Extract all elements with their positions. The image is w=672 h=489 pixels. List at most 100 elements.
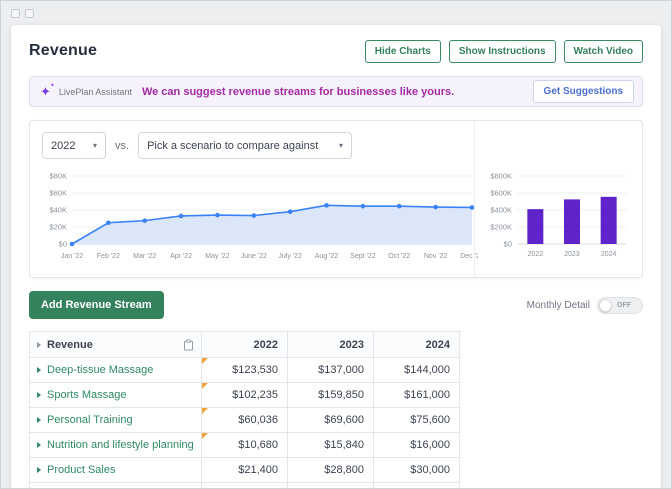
chevron-down-icon: ▾ bbox=[93, 141, 97, 150]
x-tick-label: Oct '22 bbox=[388, 253, 410, 260]
year-select[interactable]: 2022 ▾ bbox=[42, 132, 106, 159]
revenue-stream-cell[interactable]: Nutrition and lifestyle planning bbox=[30, 433, 202, 457]
x-tick-label: Sept '22 bbox=[350, 253, 376, 260]
value-cell[interactable]: $30,000 bbox=[374, 458, 460, 482]
hide-charts-button[interactable]: Hide Charts bbox=[365, 40, 441, 63]
value-cell[interactable]: $123,530 bbox=[202, 358, 288, 382]
y-tick-label: $60K bbox=[49, 189, 67, 198]
toggle-knob bbox=[599, 299, 612, 312]
data-point bbox=[397, 204, 402, 209]
compare-scenario-value: Pick a scenario to compare against bbox=[147, 140, 318, 152]
annual-chart-section: $0$200K$400K$600K$800K202220232024 bbox=[474, 121, 642, 277]
revenue-stream-cell[interactable]: Sports Massage bbox=[30, 383, 202, 407]
revenue-stream-cell[interactable]: Deep-tissue Massage bbox=[30, 358, 202, 382]
vs-label: vs. bbox=[115, 140, 129, 152]
app-window: Revenue Hide Charts Show Instructions Wa… bbox=[0, 0, 672, 489]
window-control-icon[interactable] bbox=[25, 9, 34, 18]
table-header-label: Revenue bbox=[47, 339, 93, 351]
area-fill bbox=[72, 205, 472, 244]
watch-video-button[interactable]: Watch Video bbox=[564, 40, 643, 63]
chevron-down-icon: ▾ bbox=[339, 141, 343, 150]
year-column-header[interactable]: 2022 bbox=[202, 332, 288, 357]
note-marker bbox=[202, 383, 208, 389]
table-row[interactable]: Sports Massage $102,235 $159,850 $161,00… bbox=[30, 383, 461, 408]
cell-value: $137,000 bbox=[318, 364, 364, 376]
cell-value: $75,600 bbox=[410, 414, 450, 426]
table-row[interactable]: Product Sales $21,400 $28,800 $30,000 bbox=[30, 458, 461, 483]
value-cell[interactable]: $60,036 bbox=[202, 408, 288, 432]
y-tick-label: $0 bbox=[59, 240, 67, 249]
revenue-stream-cell[interactable]: Classes bbox=[30, 483, 202, 488]
revenue-line-chart: $0$20K$40K$60K$80KJan '22Feb '22Mar '22A… bbox=[42, 168, 478, 272]
sparkle-icon: ✦ bbox=[40, 85, 51, 98]
page-title: Revenue bbox=[29, 42, 97, 60]
value-cell[interactable]: $16,000 bbox=[374, 433, 460, 457]
table-row[interactable]: Personal Training $60,036 $69,600 $75,60… bbox=[30, 408, 461, 433]
year-column-header[interactable]: 2023 bbox=[288, 332, 374, 357]
paste-icon[interactable] bbox=[183, 339, 194, 351]
revenue-stream-name: Product Sales bbox=[47, 464, 115, 476]
table-row[interactable]: Nutrition and lifestyle planning $10,680… bbox=[30, 433, 461, 458]
get-suggestions-button[interactable]: Get Suggestions bbox=[533, 80, 634, 103]
x-tick-label: July '22 bbox=[278, 253, 302, 260]
note-marker bbox=[202, 433, 208, 439]
x-tick-label: Jan '22 bbox=[61, 253, 83, 260]
toggle-state-label: OFF bbox=[617, 302, 631, 309]
bar bbox=[601, 197, 617, 244]
collapse-caret-icon[interactable] bbox=[37, 342, 41, 348]
table-row[interactable]: Deep-tissue Massage $123,530 $137,000 $1… bbox=[30, 358, 461, 383]
data-point bbox=[142, 218, 147, 223]
value-cell[interactable]: $159,850 bbox=[288, 383, 374, 407]
compare-scenario-select[interactable]: Pick a scenario to compare against ▾ bbox=[138, 132, 352, 159]
x-tick-label: Nov '22 bbox=[424, 253, 448, 260]
value-cell[interactable]: $102,000 bbox=[374, 483, 460, 488]
data-point bbox=[288, 209, 293, 214]
data-point bbox=[179, 214, 184, 219]
value-cell[interactable]: $144,000 bbox=[374, 358, 460, 382]
revenue-stream-cell[interactable]: Product Sales bbox=[30, 458, 202, 482]
assistant-label: LivePlan Assistant bbox=[59, 87, 132, 97]
add-revenue-stream-button[interactable]: Add Revenue Stream bbox=[29, 291, 164, 319]
value-cell[interactable]: $28,800 bbox=[288, 458, 374, 482]
value-cell[interactable]: $102,235 bbox=[202, 383, 288, 407]
cell-value: $159,850 bbox=[318, 389, 364, 401]
table-header-revenue[interactable]: Revenue bbox=[30, 332, 202, 357]
year-column-header[interactable]: 2024 bbox=[374, 332, 460, 357]
x-tick-label: May '22 bbox=[205, 253, 229, 260]
charts-panel: 2022 ▾ vs. Pick a scenario to compare ag… bbox=[29, 120, 643, 278]
value-cell[interactable]: $10,680 bbox=[202, 433, 288, 457]
x-tick-label: June '22 bbox=[241, 253, 267, 260]
value-cell[interactable]: $69,600 bbox=[288, 408, 374, 432]
cell-value: $10,680 bbox=[238, 439, 278, 451]
note-marker bbox=[202, 408, 208, 414]
row-expand-caret-icon[interactable] bbox=[37, 417, 41, 423]
row-expand-caret-icon[interactable] bbox=[37, 367, 41, 373]
value-cell[interactable]: $58,300 bbox=[202, 483, 288, 488]
cell-value: $161,000 bbox=[404, 389, 450, 401]
monthly-chart-section: 2022 ▾ vs. Pick a scenario to compare ag… bbox=[30, 121, 474, 277]
x-tick-label: 2023 bbox=[564, 251, 580, 258]
bar bbox=[564, 199, 580, 244]
y-tick-label: $20K bbox=[49, 223, 67, 232]
x-tick-label: Apr '22 bbox=[170, 253, 192, 260]
value-cell[interactable]: $21,400 bbox=[202, 458, 288, 482]
monthly-detail-toggle[interactable]: OFF bbox=[597, 297, 643, 314]
value-cell[interactable]: $137,000 bbox=[288, 358, 374, 382]
y-tick-label: $40K bbox=[49, 206, 67, 215]
show-instructions-button[interactable]: Show Instructions bbox=[449, 40, 556, 63]
row-expand-caret-icon[interactable] bbox=[37, 467, 41, 473]
value-cell[interactable]: $15,840 bbox=[288, 433, 374, 457]
value-cell[interactable]: $75,600 bbox=[374, 408, 460, 432]
row-expand-caret-icon[interactable] bbox=[37, 392, 41, 398]
revenue-stream-cell[interactable]: Personal Training bbox=[30, 408, 202, 432]
y-tick-label: $400K bbox=[490, 206, 512, 215]
row-expand-caret-icon[interactable] bbox=[37, 442, 41, 448]
header-actions: Hide Charts Show Instructions Watch Vide… bbox=[365, 40, 643, 63]
table-row[interactable]: Classes $58,300 $99,000 $102,000 bbox=[30, 483, 461, 488]
y-tick-label: $200K bbox=[490, 223, 512, 232]
value-cell[interactable]: $161,000 bbox=[374, 383, 460, 407]
x-tick-label: 2024 bbox=[601, 251, 617, 258]
value-cell[interactable]: $99,000 bbox=[288, 483, 374, 488]
data-point bbox=[361, 204, 366, 209]
window-control-icon[interactable] bbox=[11, 9, 20, 18]
